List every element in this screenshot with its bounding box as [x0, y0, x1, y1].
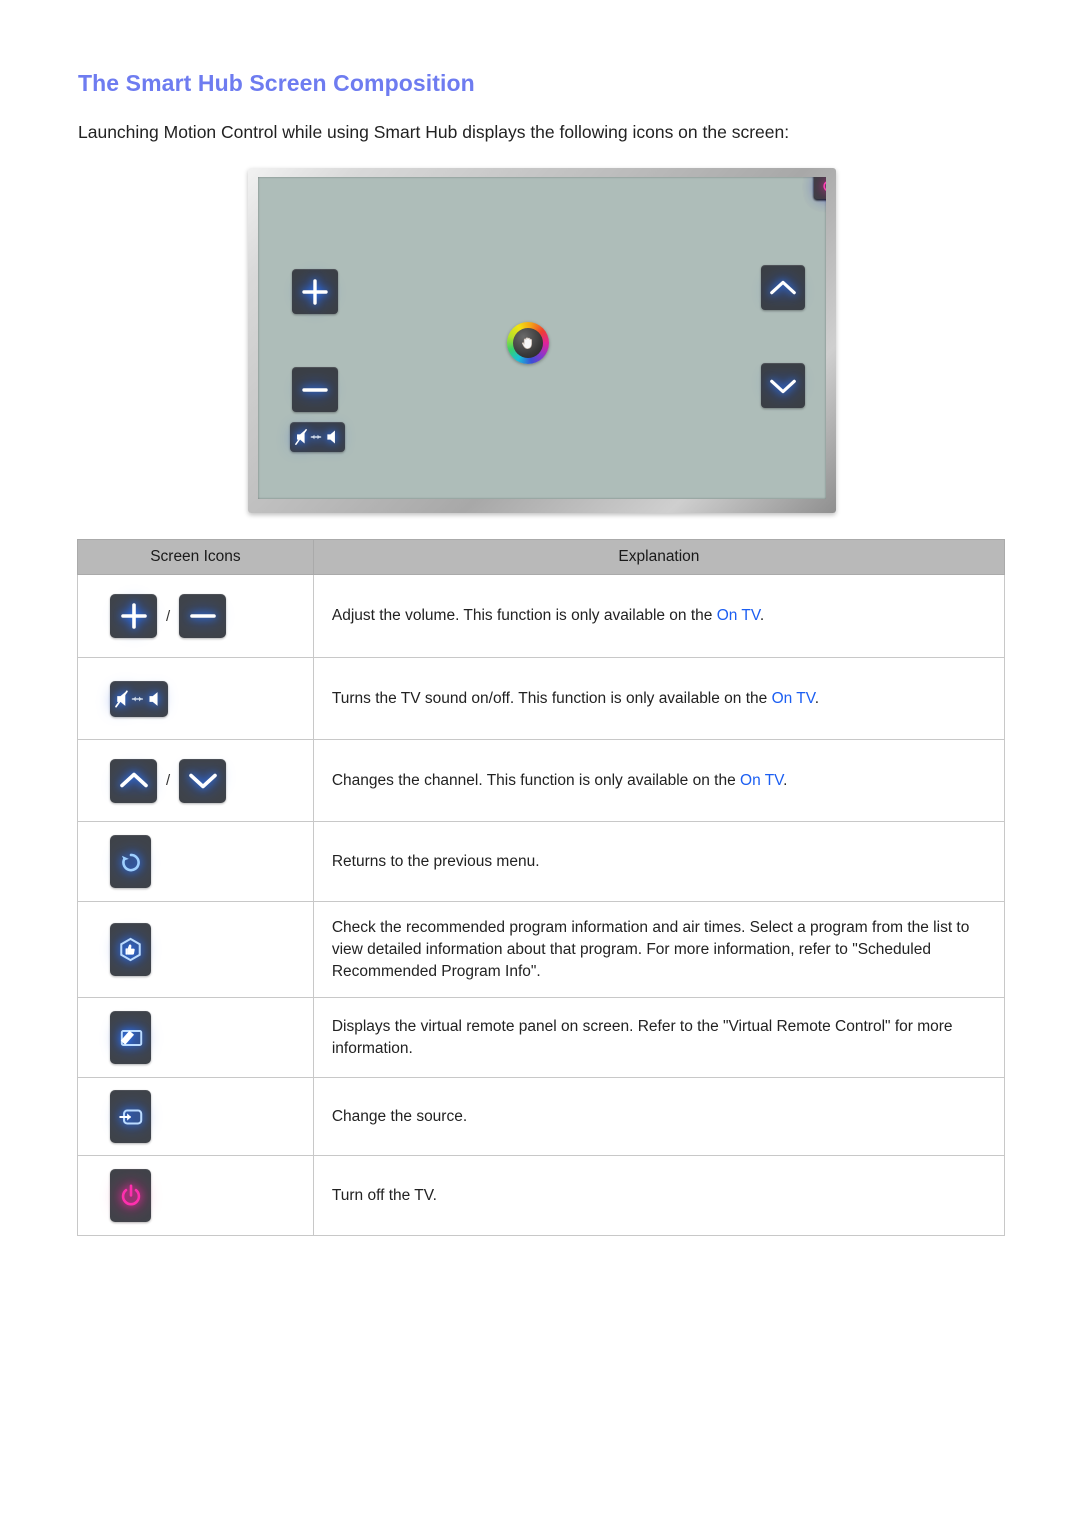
on-tv-link[interactable]: On TV: [717, 607, 760, 624]
icon-pair: /: [110, 758, 313, 803]
volume-up-icon[interactable]: [292, 269, 338, 314]
on-tv-link[interactable]: On TV: [740, 772, 783, 789]
screen-icons-table: Screen Icons Explanation / Adjust the vo…: [77, 539, 1006, 1236]
chevron-down-icon-glyph: [188, 773, 217, 789]
chevron-up-icon-glyph: [119, 772, 148, 788]
table-header-row: Screen Icons Explanation: [77, 539, 1006, 575]
tv-illustration: [248, 168, 836, 513]
row-explanation-cell: Turns the TV sound on/off. This function…: [312, 657, 1006, 740]
volume-up-icon[interactable]: [110, 594, 157, 638]
mute-toggle-icon-glyph: [295, 429, 335, 445]
power-icon[interactable]: [814, 177, 826, 199]
hand-cursor-icon[interactable]: [507, 322, 549, 364]
explanation-text: Change the source.: [331, 1107, 468, 1125]
icon-pair: [110, 1169, 313, 1222]
hand-icon-glyph: [521, 337, 532, 349]
recommendation-icon-glyph: [120, 937, 141, 962]
virtual-remote-icon-glyph: [120, 1029, 142, 1046]
return-icon[interactable]: [110, 835, 151, 888]
table-row: Turns the TV sound on/off. This function…: [77, 657, 1006, 740]
table-row: Change the source.: [77, 1077, 1006, 1156]
tv-bezel: [248, 168, 836, 513]
explanation-text: Turn off the TV.: [331, 1186, 437, 1204]
column-header-screen-icons: Screen Icons: [77, 539, 314, 575]
row-explanation-cell: Returns to the previous menu.: [312, 821, 1006, 902]
intro-paragraph: Launching Motion Control while using Sma…: [78, 122, 790, 142]
hand-cursor-core: [513, 328, 543, 358]
document-page: The Smart Hub Screen Composition Launchi…: [0, 0, 1080, 1527]
plus-icon-glyph: [120, 603, 147, 629]
row-icons-cell: /: [77, 574, 314, 658]
icon-pair: [110, 1011, 313, 1064]
icon-pair: /: [110, 594, 313, 638]
icon-pair: [110, 680, 313, 717]
column-header-explanation: Explanation: [312, 539, 1006, 575]
plus-icon-glyph: [302, 278, 328, 305]
channel-up-icon[interactable]: [761, 265, 805, 310]
source-icon[interactable]: [110, 1090, 151, 1143]
power-icon-glyph: [822, 181, 826, 192]
row-explanation-cell: Changes the channel. This function is on…: [312, 739, 1006, 822]
row-icons-cell: [77, 1155, 314, 1236]
on-tv-link[interactable]: On TV: [772, 690, 815, 707]
row-explanation-cell: Displays the virtual remote panel on scr…: [312, 997, 1006, 1078]
row-explanation-cell: Check the recommended program informatio…: [312, 901, 1006, 998]
row-explanation-cell: Change the source.: [312, 1077, 1006, 1156]
explanation-text-after: .: [783, 771, 788, 789]
icon-pair: [110, 835, 313, 888]
row-icons-cell: [77, 901, 314, 998]
table-row: Turn off the TV.: [77, 1155, 1006, 1236]
minus-icon-glyph: [302, 387, 328, 392]
explanation-text: Changes the channel. This function is on…: [331, 771, 741, 789]
minus-icon-glyph: [189, 614, 216, 618]
recommendation-icon[interactable]: [110, 923, 151, 976]
table-body: / Adjust the volume. This function is on…: [77, 574, 1006, 1236]
power-icon-glyph: [121, 1184, 140, 1205]
explanation-text: Turns the TV sound on/off. This function…: [331, 689, 772, 707]
icon-separator: /: [166, 772, 171, 789]
row-icons-cell: [77, 657, 314, 740]
explanation-text: Returns to the previous menu.: [331, 852, 540, 870]
volume-down-icon[interactable]: [292, 367, 338, 412]
power-icon[interactable]: [110, 1169, 151, 1222]
row-icons-cell: [77, 997, 314, 1078]
channel-down-icon[interactable]: [179, 758, 227, 803]
row-icons-cell: [77, 1077, 314, 1156]
icon-separator: /: [166, 607, 171, 625]
mute-toggle-icon-glyph: [115, 689, 158, 708]
explanation-text: Displays the virtual remote panel on scr…: [331, 1017, 953, 1057]
table-row: Displays the virtual remote panel on scr…: [77, 997, 1006, 1078]
row-icons-cell: [77, 821, 314, 902]
row-explanation-cell: Adjust the volume. This function is only…: [312, 574, 1006, 658]
channel-up-icon[interactable]: [110, 758, 157, 803]
explanation-text-after: .: [759, 607, 765, 624]
mute-toggle-icon[interactable]: [110, 680, 168, 717]
virtual-remote-icon[interactable]: [110, 1011, 151, 1064]
explanation-text: Adjust the volume. This function is only…: [331, 607, 717, 624]
table-row: Check the recommended program informatio…: [77, 901, 1006, 998]
table-row: / Adjust the volume. This function is on…: [77, 574, 1006, 658]
channel-down-icon[interactable]: [761, 363, 805, 408]
icon-pair: [110, 1090, 313, 1143]
explanation-text: Check the recommended program informatio…: [331, 918, 970, 980]
chevron-down-icon-glyph: [770, 379, 796, 393]
icon-pair: [110, 923, 313, 976]
row-icons-cell: /: [77, 739, 314, 822]
table-row: / Changes the channel. This function is …: [77, 739, 1006, 822]
row-explanation-cell: Turn off the TV.: [312, 1155, 1006, 1236]
explanation-text-after: .: [814, 689, 819, 707]
mute-toggle-icon[interactable]: [290, 422, 345, 452]
table-row: Returns to the previous menu.: [77, 821, 1006, 902]
volume-down-icon[interactable]: [179, 594, 227, 638]
chevron-up-icon-glyph: [770, 280, 796, 294]
page-title: The Smart Hub Screen Composition: [78, 70, 475, 96]
tv-screen: [258, 177, 826, 499]
table-head: Screen Icons Explanation: [77, 539, 1006, 575]
return-icon-glyph: [121, 853, 140, 871]
source-icon-glyph: [118, 1109, 142, 1124]
